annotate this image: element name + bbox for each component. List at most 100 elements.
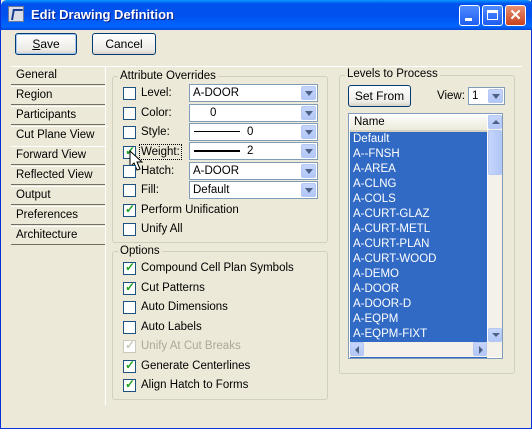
view-select[interactable]: 1 <box>468 87 505 105</box>
scroll-right-button[interactable] <box>473 342 487 356</box>
style-label: Style: <box>141 126 170 138</box>
chevron-down-icon[interactable] <box>488 89 503 103</box>
level-list-item[interactable]: A-DOOR-D <box>350 297 487 312</box>
tab-cut-plane-view[interactable]: Cut Plane View <box>11 126 108 145</box>
save-label: ave <box>40 37 60 51</box>
unify-all-checkbox[interactable] <box>123 223 136 236</box>
weight-value: 2 <box>247 145 254 157</box>
unify-at-cut-breaks-checkbox: ✓ <box>123 338 136 353</box>
cut-patterns-checkbox[interactable]: ✓ <box>123 280 136 295</box>
line-style-preview <box>194 131 240 132</box>
save-button[interactable]: Save <box>15 33 77 55</box>
tab-reflected-view[interactable]: Reflected View <box>11 166 106 185</box>
minimize-button[interactable] <box>459 5 480 26</box>
chevron-right-icon <box>479 346 483 354</box>
close-button[interactable]: ✕ <box>505 5 526 26</box>
app-icon[interactable] <box>8 6 24 22</box>
color-checkbox[interactable] <box>123 107 136 120</box>
weight-select[interactable]: 2 <box>189 142 318 160</box>
window-title: Edit Drawing Definition <box>31 7 174 22</box>
chevron-down-icon[interactable] <box>301 144 316 158</box>
hatch-value: A-DOOR <box>193 165 239 177</box>
level-list-item[interactable]: A-CURT-METL <box>350 222 487 237</box>
style-value: 0 <box>247 126 254 138</box>
tab-region[interactable]: Region <box>11 86 106 105</box>
chevron-down-icon[interactable] <box>301 106 316 120</box>
auto-labels-label: Auto Labels <box>141 321 202 333</box>
chevron-down-icon[interactable] <box>301 183 316 197</box>
set-from-button[interactable]: Set From <box>348 85 411 107</box>
horizontal-scrollbar[interactable] <box>350 342 502 357</box>
dialog-window: Edit Drawing Definition ✕ Save Cancel Ge… <box>0 0 532 429</box>
vertical-scrollbar[interactable] <box>488 115 502 342</box>
color-value: 0 <box>210 107 217 119</box>
checkmark-icon: ✓ <box>125 280 136 294</box>
perform-unification-checkbox[interactable]: ✓ <box>123 202 136 217</box>
level-list-item[interactable]: A-CLNG <box>350 177 487 192</box>
line-weight-preview <box>194 150 240 152</box>
scroll-down-button[interactable] <box>488 328 502 342</box>
level-list-item[interactable]: A-EQPM-FIXT <box>350 327 487 342</box>
tab-preferences[interactable]: Preferences <box>11 206 106 225</box>
fill-value: Default <box>193 184 230 196</box>
chevron-left-icon <box>355 346 359 354</box>
level-list-item[interactable]: A--FNSH <box>350 147 487 162</box>
view-label: View: <box>437 90 465 102</box>
level-list-item[interactable]: Default <box>350 132 487 147</box>
hatch-label: Hatch: <box>141 165 175 177</box>
fill-select[interactable]: Default <box>189 181 318 199</box>
chevron-down-icon[interactable] <box>301 86 316 100</box>
checkmark-icon: ✓ <box>125 338 136 352</box>
chevron-down-icon[interactable] <box>301 164 316 178</box>
view-value: 1 <box>472 90 479 102</box>
hatch-select[interactable]: A-DOOR <box>189 162 318 180</box>
tab-participants[interactable]: Participants <box>11 106 106 125</box>
level-list-item[interactable]: A-AREA <box>350 162 487 177</box>
style-select[interactable]: 0 <box>189 123 318 141</box>
close-icon: ✕ <box>509 7 522 24</box>
level-value: A-DOOR <box>193 87 239 99</box>
tab-output[interactable]: Output <box>11 186 106 205</box>
checkmark-icon: ✓ <box>125 260 136 274</box>
fill-label: Fill: <box>141 184 159 196</box>
scroll-up-button[interactable] <box>488 115 502 129</box>
tab-architecture[interactable]: Architecture <box>11 226 106 245</box>
levels-label: Levels to Process <box>345 68 440 81</box>
maximize-button[interactable] <box>482 5 503 26</box>
level-list-item[interactable]: A-DEMO <box>350 267 487 282</box>
auto-labels-checkbox[interactable] <box>123 321 136 334</box>
level-list-item[interactable]: A-EQPM <box>350 312 487 327</box>
level-select[interactable]: A-DOOR <box>189 84 318 102</box>
tab-forward-view[interactable]: Forward View <box>11 146 106 165</box>
cut-patterns-label: Cut Patterns <box>141 282 205 294</box>
name-column-header[interactable]: Name <box>350 115 487 132</box>
levels-list[interactable]: Name Default A--FNSH A-AREA A-CLNG A-COLS A-C… <box>348 113 503 359</box>
cancel-button[interactable]: Cancel <box>92 33 156 55</box>
generate-centerlines-checkbox[interactable]: ✓ <box>123 358 136 373</box>
level-list-item[interactable]: A-CURT-PLAN <box>350 237 487 252</box>
chevron-up-icon <box>492 120 500 124</box>
tab-general[interactable]: General <box>11 66 106 85</box>
maximize-icon <box>483 6 502 25</box>
auto-dimensions-checkbox[interactable] <box>123 301 136 314</box>
color-select[interactable]: 0 <box>189 104 318 122</box>
chevron-down-icon[interactable] <box>301 125 316 139</box>
align-hatch-checkbox[interactable]: ✓ <box>123 377 136 392</box>
level-list-item[interactable]: A-DOOR <box>350 282 487 297</box>
level-list-item[interactable]: A-CURT-GLAZ <box>350 207 487 222</box>
checkmark-icon: ✓ <box>125 358 136 372</box>
level-checkbox[interactable] <box>123 87 136 100</box>
auto-dimensions-label: Auto Dimensions <box>141 301 228 313</box>
minimize-icon <box>460 6 479 25</box>
fill-checkbox[interactable] <box>123 184 136 197</box>
perform-unification-label: Perform Unification <box>141 204 239 216</box>
style-checkbox[interactable] <box>123 126 136 139</box>
compound-cell-checkbox[interactable]: ✓ <box>123 260 136 275</box>
level-list-item[interactable]: A-COLS <box>350 192 487 207</box>
level-list-item[interactable]: A-CURT-WOOD <box>350 252 487 267</box>
compound-cell-label: Compound Cell Plan Symbols <box>141 262 294 274</box>
title-bar[interactable]: Edit Drawing Definition ✕ <box>1 0 532 30</box>
scroll-thumb[interactable] <box>488 130 502 175</box>
scroll-left-button[interactable] <box>350 342 364 356</box>
hatch-checkbox[interactable] <box>123 165 136 178</box>
